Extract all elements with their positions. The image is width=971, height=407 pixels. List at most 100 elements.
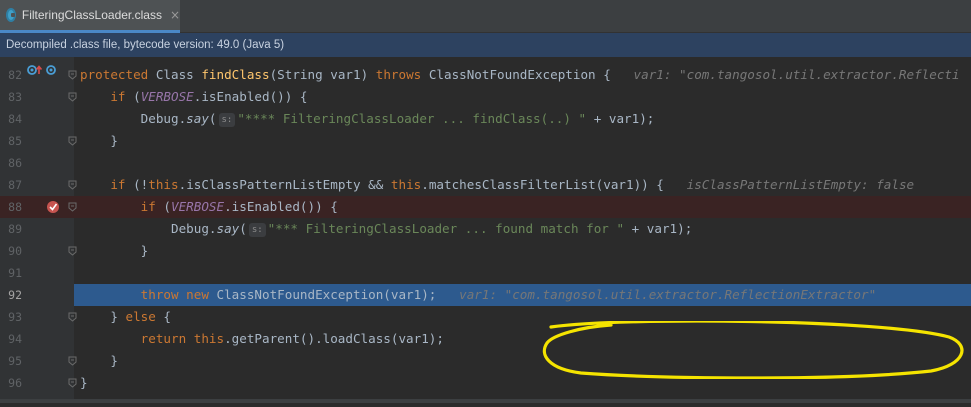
fold-marker-icon[interactable]: [68, 92, 77, 102]
code-line[interactable]: throw new ClassNotFoundException(var1); …: [80, 284, 876, 306]
code-token: .getParent().loadClass(var1);: [224, 331, 444, 346]
fold-marker-icon[interactable]: [68, 378, 77, 388]
tab-label: FilteringClassLoader.class: [21, 8, 162, 22]
code-token: }: [80, 243, 149, 258]
code-line[interactable]: }: [80, 130, 118, 152]
breakpoint-icon[interactable]: [46, 200, 60, 214]
code-token: Class: [148, 67, 202, 82]
code-line[interactable]: }: [80, 372, 88, 394]
code-token: if: [110, 89, 126, 104]
code-token: }: [80, 375, 88, 390]
close-icon[interactable]: ×: [170, 8, 180, 22]
fold-marker-icon[interactable]: [68, 136, 77, 146]
line-number: 92: [8, 288, 22, 302]
code-token: + var1);: [624, 221, 693, 236]
line-number: 91: [8, 266, 22, 280]
code-token: throws: [375, 67, 422, 82]
fold-marker-icon[interactable]: [68, 202, 77, 212]
code-editor[interactable]: 82 protected Class findClass(String var1)…: [0, 57, 971, 403]
code-token: (: [155, 199, 172, 214]
code-token: }: [80, 133, 118, 148]
code-line[interactable]: if (!this.isClassPatternListEmpty && thi…: [80, 174, 914, 196]
code-token: else: [125, 309, 156, 324]
line-number: 87: [8, 178, 22, 192]
inline-debug-value: isClassPatternListEmpty: false: [686, 177, 915, 192]
line-number: 96: [8, 376, 22, 390]
code-token: .isClassPatternListEmpty &&: [178, 177, 391, 192]
fold-marker-icon[interactable]: [68, 180, 77, 190]
highlight-annotation: [542, 321, 964, 379]
code-line[interactable]: } else {: [80, 306, 171, 328]
code-line[interactable]: return this.getParent().loadClass(var1);: [80, 328, 444, 350]
code-token: }: [80, 309, 126, 324]
code-token: say: [216, 221, 240, 236]
code-line[interactable]: if (VERBOSE.isEnabled()) {: [80, 196, 338, 218]
code-token: .isEnabled()) {: [224, 199, 338, 214]
fold-marker-icon[interactable]: [68, 356, 77, 366]
code-token: Debug.: [80, 221, 217, 236]
code-token: ClassNotFoundException(var1);: [208, 287, 460, 302]
fold-marker-icon[interactable]: [68, 246, 77, 256]
code-token: "*** FilteringClassLoader ... found matc…: [267, 221, 625, 236]
decompiled-notice-banner: Decompiled .class file, bytecode version…: [0, 33, 971, 57]
code-token: ClassNotFoundException {: [421, 67, 634, 82]
code-token: }: [80, 353, 118, 368]
code-token: this: [390, 177, 422, 192]
fold-marker-icon[interactable]: [68, 312, 77, 322]
code-token: if: [140, 199, 156, 214]
line-number: 86: [8, 156, 22, 170]
editor-tab-bar: FilteringClassLoader.class ×: [0, 0, 971, 33]
code-token: this: [148, 177, 179, 192]
line-number: 89: [8, 222, 22, 236]
line-number: 93: [8, 310, 22, 324]
code-token: VERBOSE: [140, 89, 194, 104]
line-number: 94: [8, 332, 22, 346]
code-token: "**** FilteringClassLoader ... findClass…: [237, 111, 587, 126]
line-number: 85: [8, 134, 22, 148]
code-token: return this: [140, 331, 225, 346]
code-token: VERBOSE: [171, 199, 225, 214]
line-number: 90: [8, 244, 22, 258]
code-token: {: [155, 309, 172, 324]
code-token: .isEnabled()) {: [193, 89, 308, 104]
code-line[interactable]: }: [80, 350, 118, 372]
code-token: say: [186, 111, 209, 126]
inline-debug-value: var1: "com.tangosol.util.extractor.Refle…: [633, 67, 960, 82]
code-token: throw new: [140, 287, 209, 302]
class-file-icon: [6, 8, 16, 22]
code-line[interactable]: Debug.say(s: "**** FilteringClassLoader .…: [80, 108, 654, 130]
implemented-method-icon[interactable]: [46, 64, 60, 76]
parameter-hint: s:: [248, 223, 266, 237]
line-number: 88: [8, 200, 22, 214]
code-token: + var1);: [586, 111, 655, 126]
tab-filtering-class-loader[interactable]: FilteringClassLoader.class ×: [0, 0, 180, 33]
code-token: .matchesClassFilterList(var1)) {: [421, 177, 687, 192]
code-line[interactable]: protected Class findClass(String var1) t…: [80, 64, 960, 86]
code-token: if: [110, 177, 126, 192]
code-token: (!: [125, 177, 149, 192]
parameter-hint: s:: [218, 113, 236, 127]
code-token: (String var1): [269, 67, 376, 82]
code-token: protected: [80, 67, 149, 82]
code-token: findClass: [201, 67, 270, 82]
line-number: 95: [8, 354, 22, 368]
code-token: (: [125, 89, 141, 104]
horizontal-scrollbar[interactable]: [0, 399, 971, 403]
code-line[interactable]: }: [80, 240, 149, 262]
code-line[interactable]: if (VERBOSE.isEnabled()) {: [80, 86, 308, 108]
line-number: 83: [8, 90, 22, 104]
decompiled-notice-text: Decompiled .class file, bytecode version…: [6, 39, 285, 51]
code-line[interactable]: Debug.say(s: "*** FilteringClassLoader ..…: [80, 218, 692, 240]
fold-marker-icon[interactable]: [68, 70, 77, 80]
code-token: (: [239, 221, 247, 236]
code-token: Debug.: [80, 111, 187, 126]
code-token: (: [208, 111, 217, 126]
inline-debug-value: var1: "com.tangosol.util.extractor.Refle…: [459, 287, 877, 302]
line-number: 84: [8, 112, 22, 126]
line-number: 82: [8, 68, 22, 82]
